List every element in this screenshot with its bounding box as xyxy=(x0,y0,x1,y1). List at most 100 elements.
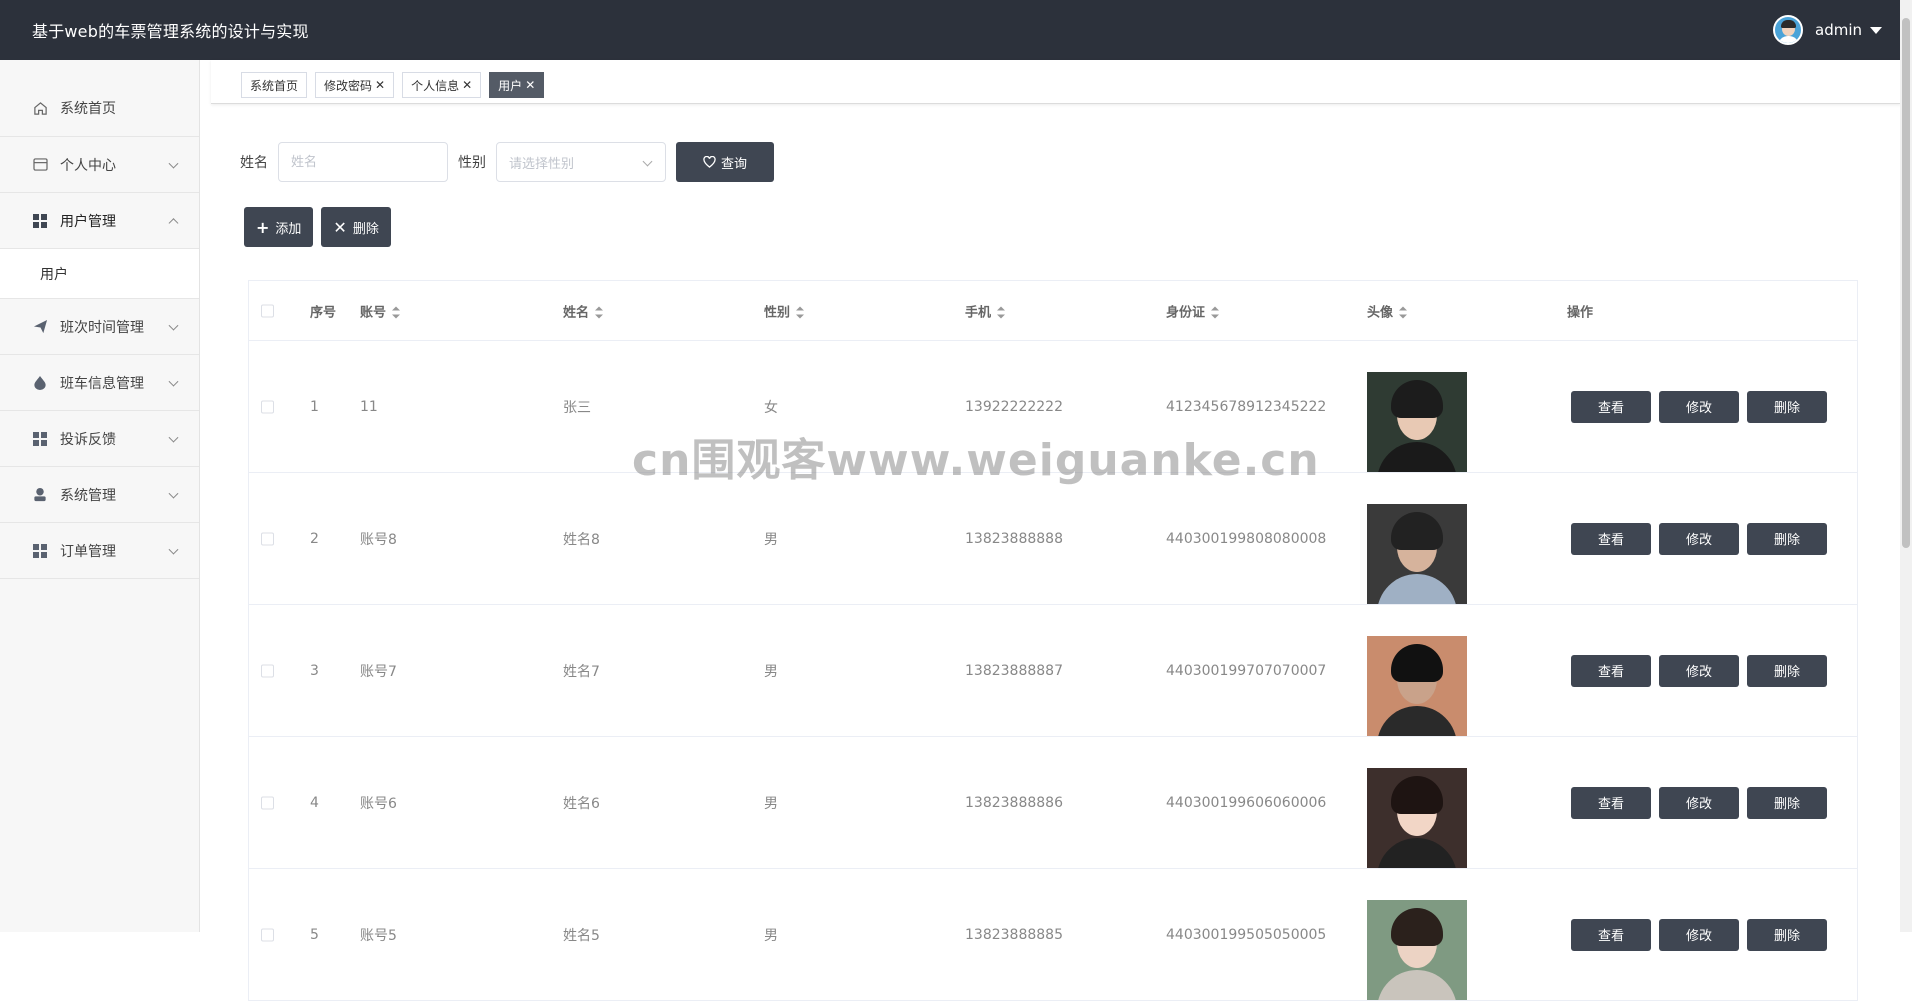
delete-button[interactable]: 删除 xyxy=(1747,390,1827,423)
cell-index: 2 xyxy=(310,530,319,547)
cell-name: 张三 xyxy=(563,399,591,416)
cell-account: 账号7 xyxy=(360,663,397,680)
cell-phone: 13823888886 xyxy=(965,794,1063,811)
sidebar-item-label: 用户管理 xyxy=(60,213,116,230)
sidebar-item-schedule-time[interactable]: 班次时间管理 xyxy=(0,299,199,355)
col-account[interactable]: 账号 xyxy=(360,301,401,320)
sidebar-item-user-management[interactable]: 用户管理 xyxy=(0,193,199,249)
name-search-input[interactable] xyxy=(278,142,448,182)
view-button[interactable]: 查看 xyxy=(1571,390,1651,423)
tab-personal-info[interactable]: 个人信息 ✕ xyxy=(402,72,482,98)
drop-icon xyxy=(32,375,48,391)
view-button[interactable]: 查看 xyxy=(1571,522,1651,555)
cell-name: 姓名8 xyxy=(563,531,600,548)
sort-icon[interactable] xyxy=(1211,306,1220,319)
sidebar-item-orders[interactable]: 订单管理 xyxy=(0,523,199,579)
cell-gender: 男 xyxy=(764,795,778,812)
gender-select[interactable]: 请选择性别 xyxy=(496,142,666,182)
delete-button[interactable]: 删除 xyxy=(1747,522,1827,555)
home-icon xyxy=(32,100,48,116)
table-row: 5 账号5 姓名5 男 13823888885 4403001995050500… xyxy=(249,869,1857,1001)
batch-delete-button[interactable]: ✕ 删除 xyxy=(321,207,391,247)
user-avatar xyxy=(1773,15,1803,45)
tab-home[interactable]: 系统首页 xyxy=(241,72,308,98)
user-table: 序号 账号 姓名 性别 手机 身份证 头像 操作 1 11 张三 女 13922… xyxy=(248,280,1858,1001)
row-checkbox[interactable] xyxy=(261,928,274,941)
sidebar-item-bus-info[interactable]: 班车信息管理 xyxy=(0,355,199,411)
cell-phone: 13823888887 xyxy=(965,662,1063,679)
col-phone[interactable]: 手机 xyxy=(965,301,1006,320)
view-button[interactable]: 查看 xyxy=(1571,786,1651,819)
cell-phone: 13823888888 xyxy=(965,530,1063,547)
view-button[interactable]: 查看 xyxy=(1571,918,1651,951)
col-avatar[interactable]: 头像 xyxy=(1367,301,1408,320)
view-button[interactable]: 查看 xyxy=(1571,654,1651,687)
cell-gender: 女 xyxy=(764,399,778,416)
app-title: 基于web的车票管理系统的设计与实现 xyxy=(32,22,309,41)
sort-icon[interactable] xyxy=(595,306,604,319)
query-button[interactable]: 查询 xyxy=(676,142,774,182)
table-row: 3 账号7 姓名7 男 13823888887 4403001997070700… xyxy=(249,605,1857,737)
edit-button[interactable]: 修改 xyxy=(1659,390,1739,423)
chevron-down-icon xyxy=(168,158,179,169)
cell-index: 3 xyxy=(310,662,319,679)
sort-icon[interactable] xyxy=(997,306,1006,319)
cell-name: 姓名6 xyxy=(563,795,600,812)
row-operations: 查看 修改 删除 xyxy=(1571,918,1835,951)
sort-icon[interactable] xyxy=(796,306,805,319)
row-checkbox[interactable] xyxy=(261,796,274,809)
edit-button[interactable]: 修改 xyxy=(1659,918,1739,951)
sidebar-item-complaints[interactable]: 投诉反馈 xyxy=(0,411,199,467)
name-label: 姓名 xyxy=(240,155,268,171)
cell-phone: 13922222222 xyxy=(965,398,1063,415)
heart-icon xyxy=(703,156,716,168)
delete-button[interactable]: 删除 xyxy=(1747,918,1827,951)
cell-account: 账号6 xyxy=(360,795,397,812)
edit-button[interactable]: 修改 xyxy=(1659,522,1739,555)
row-checkbox[interactable] xyxy=(261,400,274,413)
caret-down-icon xyxy=(1870,26,1882,34)
col-gender[interactable]: 性别 xyxy=(764,301,805,320)
chevron-down-icon xyxy=(168,432,179,443)
row-operations: 查看 修改 删除 xyxy=(1571,522,1835,555)
cell-index: 4 xyxy=(310,794,319,811)
col-index: 序号 xyxy=(310,305,337,320)
row-operations: 查看 修改 删除 xyxy=(1571,786,1835,819)
cell-account: 账号5 xyxy=(360,927,397,944)
cell-gender: 男 xyxy=(764,531,778,548)
add-button[interactable]: + 添加 xyxy=(244,207,314,247)
user-menu[interactable]: admin xyxy=(1773,15,1912,45)
cell-id-card: 412345678912345222 xyxy=(1166,398,1327,415)
close-icon[interactable]: ✕ xyxy=(525,78,535,92)
cell-gender: 男 xyxy=(764,927,778,944)
grid-icon xyxy=(32,431,48,447)
cell-id-card: 440300199808080008 xyxy=(1166,530,1327,547)
row-operations: 查看 修改 删除 xyxy=(1571,654,1835,687)
chevron-down-icon xyxy=(642,156,653,167)
page-scrollbar[interactable] xyxy=(1900,0,1912,932)
sidebar-item-personal-center[interactable]: 个人中心 xyxy=(0,137,199,193)
send-icon xyxy=(32,319,48,335)
edit-button[interactable]: 修改 xyxy=(1659,654,1739,687)
sidebar-subitem-user[interactable]: 用户 xyxy=(0,249,199,299)
select-all-checkbox[interactable] xyxy=(261,304,274,317)
top-header: 基于web的车票管理系统的设计与实现 admin xyxy=(0,0,1912,60)
close-icon[interactable]: ✕ xyxy=(375,78,385,92)
delete-button[interactable]: 删除 xyxy=(1747,654,1827,687)
col-name[interactable]: 姓名 xyxy=(563,301,604,320)
close-icon[interactable]: ✕ xyxy=(462,78,472,92)
col-id-card[interactable]: 身份证 xyxy=(1166,301,1220,320)
delete-button[interactable]: 删除 xyxy=(1747,786,1827,819)
avatar-image xyxy=(1367,504,1467,604)
sidebar-item-home[interactable]: 系统首页 xyxy=(0,60,199,137)
sort-icon[interactable] xyxy=(1399,306,1408,319)
edit-button[interactable]: 修改 xyxy=(1659,786,1739,819)
row-checkbox[interactable] xyxy=(261,532,274,545)
sidebar-item-system-management[interactable]: 系统管理 xyxy=(0,467,199,523)
table-row: 1 11 张三 女 13922222222 412345678912345222… xyxy=(249,341,1857,473)
sort-icon[interactable] xyxy=(392,306,401,319)
row-checkbox[interactable] xyxy=(261,664,274,677)
chevron-down-icon xyxy=(168,488,179,499)
tab-change-password[interactable]: 修改密码 ✕ xyxy=(315,72,395,98)
tab-user[interactable]: 用户 ✕ xyxy=(489,72,545,98)
